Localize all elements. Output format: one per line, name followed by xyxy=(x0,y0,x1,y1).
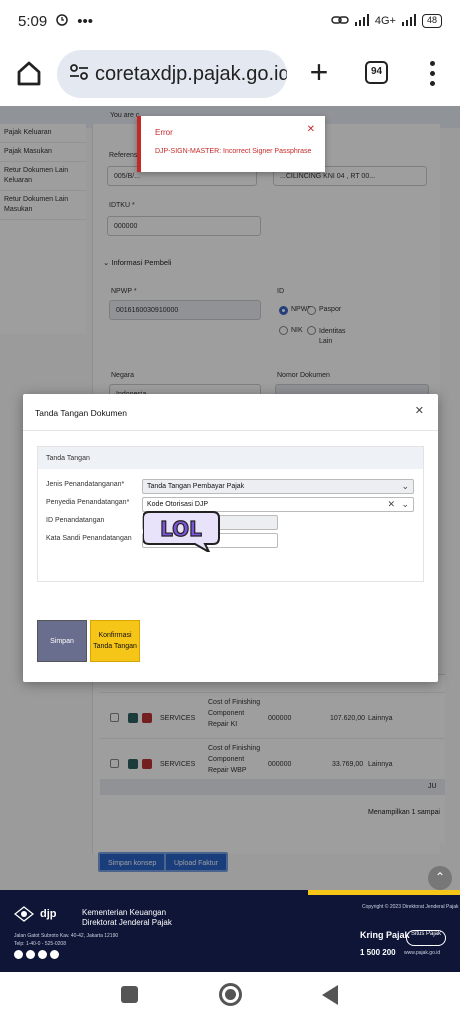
jenis-label: Jenis Penandatanganan* xyxy=(46,481,125,488)
new-tab-button[interactable]: + xyxy=(302,56,336,90)
lol-sticker: LOL xyxy=(142,508,223,555)
home-nav-icon[interactable] xyxy=(219,983,242,1006)
footer-accent-line xyxy=(308,890,460,895)
more-notifications-icon: ••• xyxy=(77,12,93,30)
facebook-icon[interactable] xyxy=(14,950,23,959)
signal-icon-2 xyxy=(401,13,416,29)
scroll-top-button[interactable]: ⌃ xyxy=(428,866,452,890)
signal-icon xyxy=(354,13,369,29)
alarm-icon xyxy=(55,12,69,30)
kring-pajak-logo: Kring Pajak xyxy=(360,930,410,940)
sticker-text: LOL xyxy=(160,517,202,541)
youtube-icon[interactable] xyxy=(38,950,47,959)
url-text: coretaxdjp.pajak.go.id xyxy=(95,62,287,85)
penyedia-label: Penyedia Penandatangan* xyxy=(46,499,130,506)
status-time: 5:09 xyxy=(18,12,48,30)
tab-switcher-button[interactable]: 94 xyxy=(365,61,388,84)
kring-pajak-number: 1 500 200 xyxy=(360,948,396,957)
chevron-down-icon: ⌄ xyxy=(401,481,409,491)
kata-sandi-label: Kata Sandi Penandatangan xyxy=(46,535,132,542)
address-block: Jalan Gatot Subroto Kav. 40-42, Jakarta … xyxy=(14,932,118,948)
link-icon xyxy=(331,14,349,29)
back-icon[interactable] xyxy=(322,985,338,1005)
signature-panel: Tanda Tangan Jenis Penandatanganan* Tand… xyxy=(37,446,424,582)
browser-toolbar: coretaxdjp.pajak.go.id + 94 xyxy=(0,42,460,106)
divider xyxy=(23,430,438,431)
network-type: 4G+ xyxy=(374,15,396,27)
phone: Telp: 1-40-0 - 525-0208 xyxy=(14,941,66,947)
situs-pajak-url[interactable]: www.pajak.go.id xyxy=(404,950,440,956)
konfirmasi-tanda-tangan-button[interactable]: Konfirmasi Tanda Tangan xyxy=(90,620,140,662)
status-bar: 5:09 ••• 4G+ 48 xyxy=(0,0,460,42)
site-footer: djp Kementerian Keuangan Direktorat Jend… xyxy=(0,890,460,972)
chevron-down-icon: ⌄ xyxy=(401,499,409,509)
djp-logo: djp xyxy=(40,908,57,920)
close-icon[interactable]: ✕ xyxy=(415,404,424,417)
jenis-select[interactable]: Tanda Tangan Pembayar Pajak ⌄ xyxy=(142,479,414,494)
error-title: Error xyxy=(155,128,173,137)
browser-menu-icon[interactable] xyxy=(424,58,440,88)
address-bar[interactable]: coretaxdjp.pajak.go.id xyxy=(57,50,287,98)
close-icon[interactable]: ✕ xyxy=(307,124,315,135)
instagram-icon[interactable] xyxy=(50,950,59,959)
emblem-icon xyxy=(13,906,35,927)
situs-pajak-logo[interactable]: Situs Pajak xyxy=(406,930,446,946)
x-icon[interactable] xyxy=(26,950,35,959)
id-penandatangan-label: ID Penandatangan xyxy=(46,517,105,524)
battery-icon: 48 xyxy=(421,14,442,28)
panel-header: Tanda Tangan xyxy=(38,447,423,469)
signature-dialog: Tanda Tangan Dokumen ✕ Tanda Tangan Jeni… xyxy=(23,394,438,682)
social-links xyxy=(14,950,59,959)
site-settings-icon[interactable] xyxy=(69,62,89,87)
recent-apps-icon[interactable] xyxy=(121,986,138,1003)
org-name-1: Kementerian Keuangan xyxy=(82,908,167,917)
jenis-value: Tanda Tangan Pembayar Pajak xyxy=(147,483,245,490)
copyright: Copyright © 2023 Direktorat Jenderal Paj… xyxy=(362,904,459,910)
dialog-title: Tanda Tangan Dokumen xyxy=(35,408,127,418)
android-nav-bar xyxy=(0,972,460,1024)
simpan-button[interactable]: Simpan xyxy=(37,620,87,662)
address: Jalan Gatot Subroto Kav. 40-42, Jakarta … xyxy=(14,933,119,939)
penyedia-value: Kode Otorisasi DJP xyxy=(147,501,209,508)
home-icon[interactable] xyxy=(14,58,44,88)
error-message: DJP-SIGN-MASTER: Incorrect Signer Passph… xyxy=(155,148,312,155)
clear-icon[interactable]: ✕ xyxy=(387,499,395,510)
org-name-2: Direktorat Jenderal Pajak xyxy=(82,918,172,927)
error-toast: Error DJP-SIGN-MASTER: Incorrect Signer … xyxy=(137,116,325,172)
